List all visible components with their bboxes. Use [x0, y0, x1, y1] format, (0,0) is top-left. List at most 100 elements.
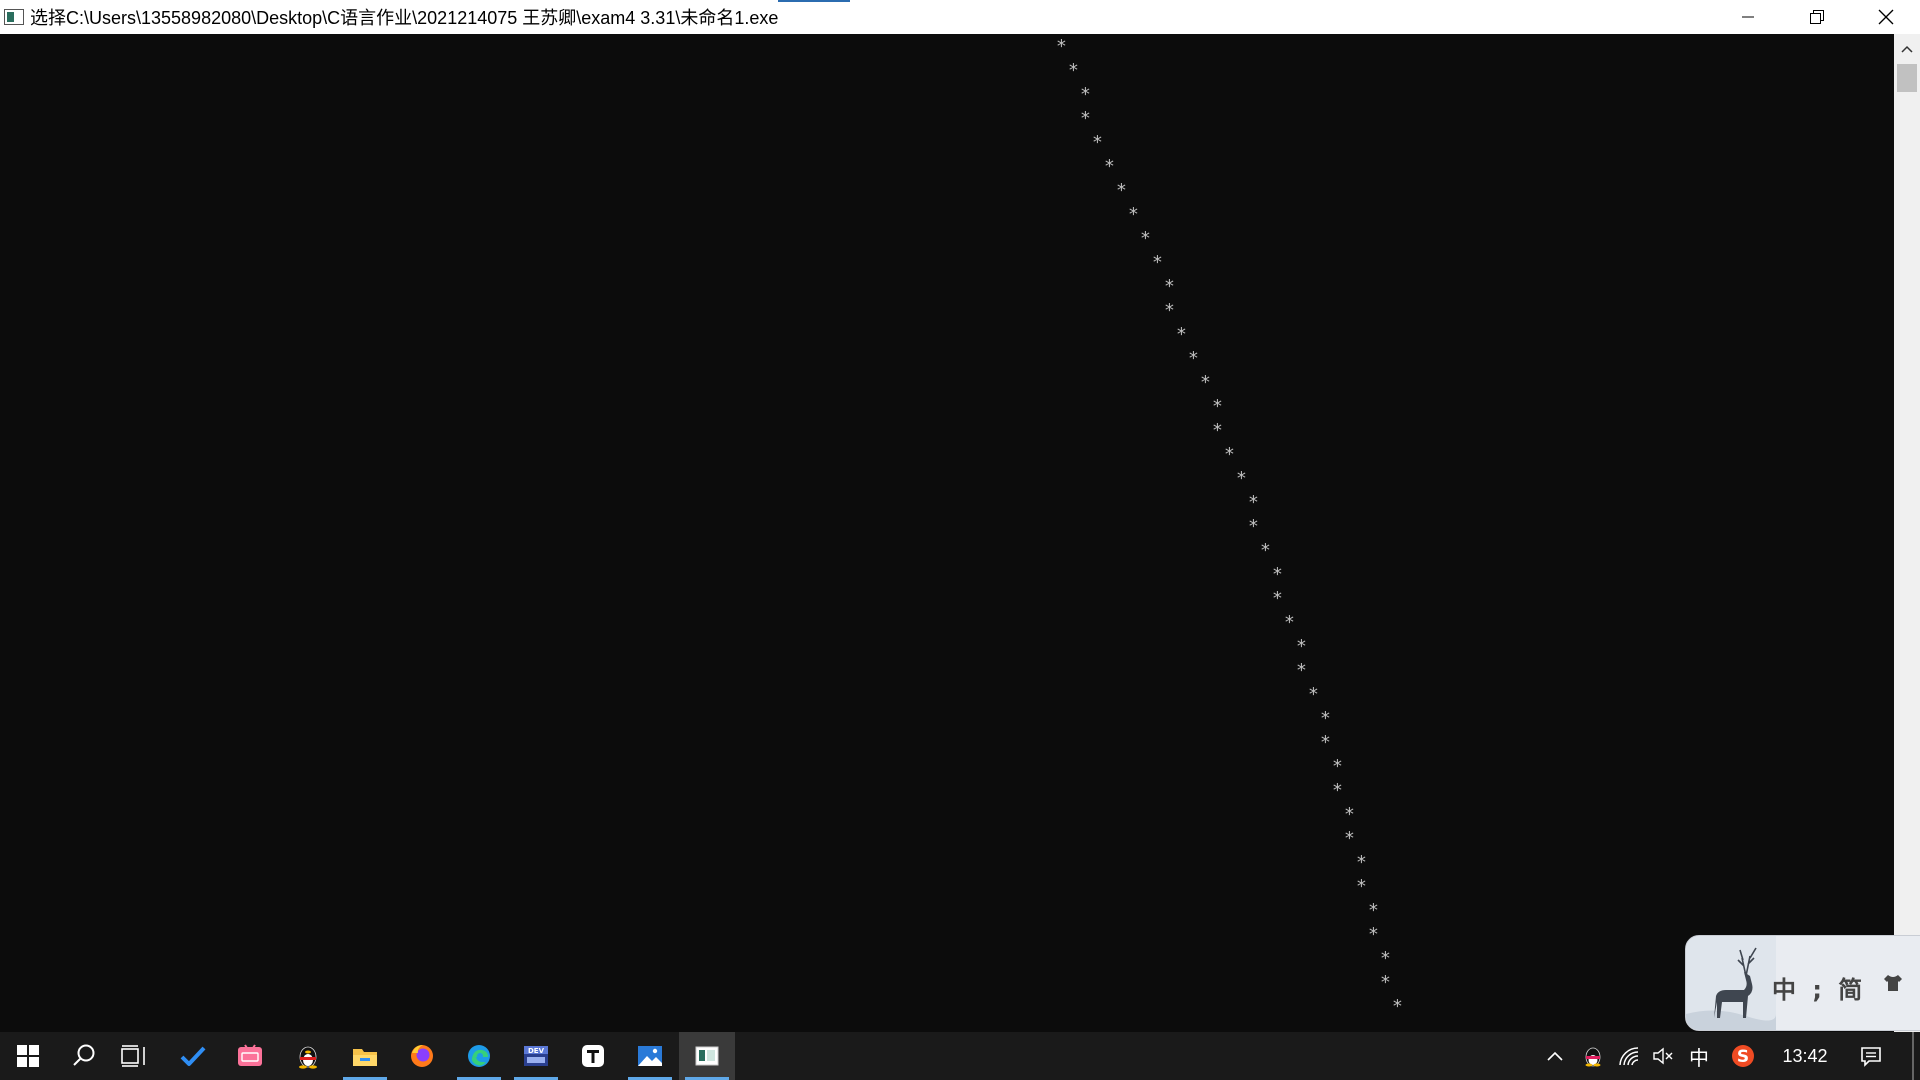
file-explorer-icon [353, 1049, 377, 1066]
window-controls [1713, 0, 1920, 34]
tray-network[interactable] [1614, 1032, 1644, 1080]
console-line: * [1380, 972, 1391, 993]
ime-toolbar[interactable]: 中 ; 简 [1685, 935, 1920, 1031]
start-button[interactable] [0, 1032, 56, 1080]
close-icon [1878, 9, 1893, 25]
window-titlebar[interactable]: 选择C:\Users\13558982080\Desktop\C语言作业\202… [0, 0, 1920, 34]
taskbar-app-typora[interactable] [565, 1032, 621, 1080]
console-line: * [1188, 348, 1199, 369]
svg-text:DEV: DEV [528, 1047, 545, 1055]
console-line: * [1392, 996, 1403, 1017]
titlebar-accent [778, 0, 850, 2]
tray-volume[interactable] [1648, 1032, 1678, 1080]
console-line: * [1224, 444, 1235, 465]
minimize-icon [1741, 16, 1754, 18]
search-icon [73, 1044, 95, 1066]
scroll-thumb[interactable] [1897, 64, 1917, 92]
taskbar-app-photos[interactable] [622, 1032, 678, 1080]
taskbar-app-devcpp[interactable]: DEV [508, 1032, 564, 1080]
console-line: * [1128, 204, 1139, 225]
chevron-up-icon [1901, 45, 1913, 53]
console-line: * [1320, 732, 1331, 753]
console-line: * [1116, 180, 1127, 201]
console-line: * [1272, 564, 1283, 585]
console-line: * [1356, 852, 1367, 873]
firefox-icon [411, 1045, 433, 1067]
taskbar-app-qq[interactable] [280, 1032, 336, 1080]
taskbar: DEV 中 S 13:42 [0, 1032, 1920, 1080]
console-app-icon [695, 1046, 719, 1066]
chevron-up-icon [1547, 1051, 1563, 1061]
console-line: * [1272, 588, 1283, 609]
tray-sogou-ime[interactable]: S [1728, 1032, 1758, 1080]
taskbar-clock[interactable]: 13:42 [1770, 1032, 1840, 1080]
todo-check-icon [180, 1046, 206, 1066]
edge-icon [468, 1045, 490, 1067]
minimize-button[interactable] [1713, 0, 1782, 34]
console-line: * [1212, 396, 1223, 417]
ime-mode-label[interactable]: 中 ; 简 [1772, 970, 1866, 1005]
console-line: * [1344, 828, 1355, 849]
console-line: * [1332, 756, 1343, 777]
devcpp-icon: DEV [524, 1046, 548, 1066]
svg-text:S: S [1737, 1047, 1749, 1067]
search-button[interactable] [56, 1032, 112, 1080]
console-line: * [1068, 60, 1079, 81]
taskbar-app-file-explorer[interactable] [337, 1032, 393, 1080]
console-line: * [1296, 636, 1307, 657]
console-line: * [1356, 876, 1367, 897]
task-view-icon [121, 1045, 145, 1067]
taskbar-app-bilibili[interactable] [222, 1032, 278, 1080]
close-button[interactable] [1851, 0, 1920, 34]
tray-input-mode[interactable]: 中 [1684, 1032, 1714, 1080]
console-line: * [1320, 708, 1331, 729]
console-output[interactable]: * * * * * * * * * * * * * * * * * * * * * * * * * * * * * * * * * * * * * * * *… [0, 34, 1894, 1032]
console-line: * [1308, 684, 1319, 705]
taskbar-app-console[interactable] [679, 1032, 735, 1080]
tray-overflow-button[interactable] [1542, 1032, 1568, 1080]
tray-qq[interactable] [1578, 1032, 1608, 1080]
typora-icon [582, 1045, 604, 1067]
show-desktop-button[interactable] [1912, 1032, 1914, 1080]
task-view-button[interactable] [106, 1032, 162, 1080]
console-line: * [1284, 612, 1295, 633]
restore-icon [1809, 10, 1824, 24]
console-line: * [1344, 804, 1355, 825]
volume-muted-icon [1653, 1047, 1673, 1065]
console-line: * [1248, 492, 1259, 513]
console-line: * [1296, 660, 1307, 681]
skin-shirt-icon[interactable] [1882, 974, 1904, 992]
console-line: * [1140, 228, 1151, 249]
console-line: * [1212, 420, 1223, 441]
action-center-button[interactable] [1856, 1032, 1886, 1080]
sogou-s-icon: S [1732, 1045, 1754, 1067]
vertical-scrollbar[interactable] [1894, 34, 1920, 1032]
console-line: * [1080, 84, 1091, 105]
console-line: * [1080, 108, 1091, 129]
wifi-icon [1619, 1047, 1639, 1066]
restore-button[interactable] [1782, 0, 1851, 34]
console-line: * [1248, 516, 1259, 537]
console-line: * [1236, 468, 1247, 489]
deer-logo [1686, 936, 1776, 1030]
console-line: * [1164, 276, 1175, 297]
window-title: 选择C:\Users\13558982080\Desktop\C语言作业\202… [30, 8, 779, 28]
console-line: * [1200, 372, 1211, 393]
windows-start-icon [17, 1045, 39, 1067]
taskbar-app-edge[interactable] [451, 1032, 507, 1080]
console-line: * [1260, 540, 1271, 561]
console-line: * [1092, 132, 1103, 153]
bilibili-icon [238, 1044, 262, 1066]
console-line: * [1176, 324, 1187, 345]
console-line: * [1332, 780, 1343, 801]
qq-penguin-icon [1585, 1047, 1601, 1067]
console-line: * [1152, 252, 1163, 273]
taskbar-app-firefox[interactable] [394, 1032, 450, 1080]
scroll-up-button[interactable] [1894, 34, 1920, 64]
console-line: * [1368, 924, 1379, 945]
photos-icon [638, 1046, 662, 1066]
taskbar-app-todo[interactable] [165, 1032, 221, 1080]
qq-penguin-icon [299, 1046, 317, 1069]
console-line: * [1164, 300, 1175, 321]
console-app-icon [4, 9, 24, 25]
